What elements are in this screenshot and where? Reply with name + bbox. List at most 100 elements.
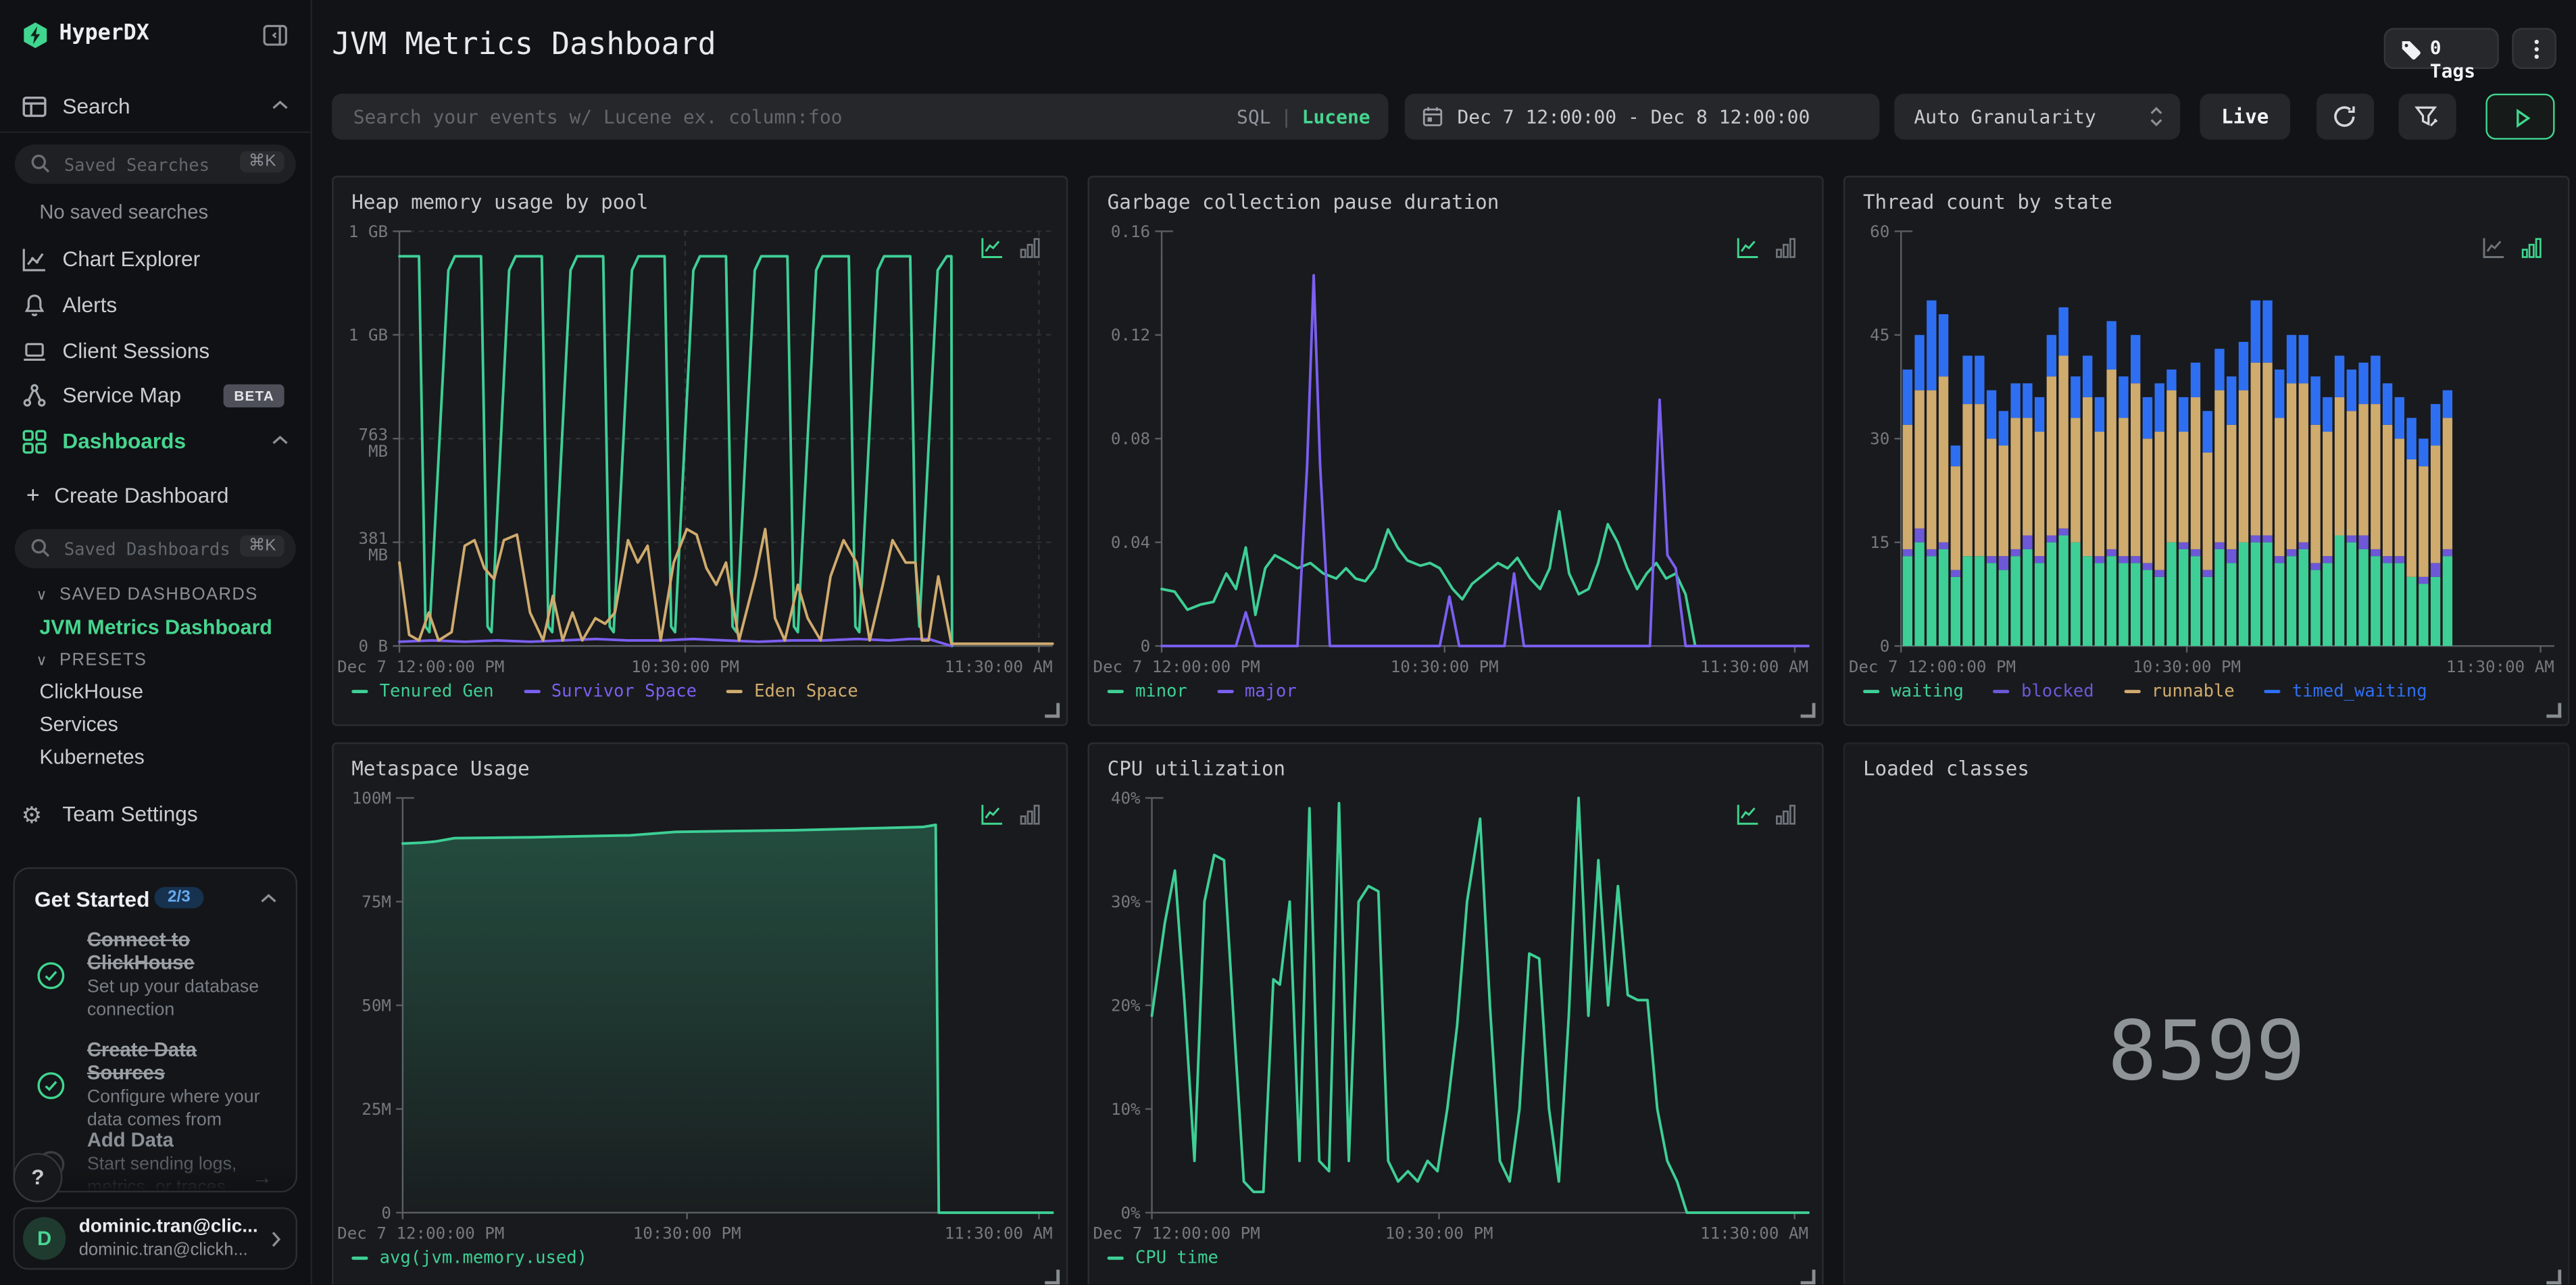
sql-toggle[interactable]: SQL <box>1237 105 1271 128</box>
resize-handle[interactable] <box>2546 703 2562 718</box>
panel-title[interactable]: Heap memory usage by pool <box>351 191 648 213</box>
create-dashboard-button[interactable]: + Create Dashboard <box>0 475 310 518</box>
brand-name: HyperDX <box>59 21 149 47</box>
svg-text:30: 30 <box>1870 430 1889 449</box>
sidebar-item-services[interactable]: Services <box>39 713 118 736</box>
svg-text:60: 60 <box>1870 222 1889 241</box>
panel-title[interactable]: Thread count by state <box>1863 191 2112 213</box>
svg-text:11:30:00 AM: 11:30:00 AM <box>1700 657 1808 676</box>
event-search-bar[interactable]: SQL|Lucene <box>332 93 1389 140</box>
shortcut-badge: ⌘K <box>240 151 284 173</box>
filter-edit-button[interactable] <box>2398 93 2456 140</box>
sidebar-item-label: Team Settings <box>62 801 198 826</box>
resize-handle[interactable] <box>1800 1269 1816 1285</box>
legend-item-blocked[interactable]: blocked <box>1993 682 2094 701</box>
chart-canvas[interactable]: 1 GB 1 GB 763 MB 381 MB 0 BDec 7 12:00:00 PM 10… <box>334 178 1066 725</box>
line-chart-mode-icon[interactable] <box>2483 236 2506 259</box>
help-button[interactable]: ? <box>13 1153 63 1203</box>
legend-item-minor[interactable]: minor <box>1107 682 1187 701</box>
bar-chart-mode-icon[interactable] <box>1775 236 1798 259</box>
sidebar-item-client-sessions[interactable]: Client Sessions <box>0 330 310 373</box>
chart-mode-toggle <box>1737 803 1798 826</box>
sidebar-item-dashboards[interactable]: Dashboards <box>0 420 310 463</box>
resize-handle[interactable] <box>1045 1269 1060 1285</box>
sidebar-item-search[interactable]: Search <box>0 85 310 128</box>
chevron-up-icon[interactable] <box>259 892 278 905</box>
sidebar-item-clickhouse[interactable]: ClickHouse <box>39 680 143 703</box>
legend-item-avg(jvm.memory.used)[interactable]: avg(jvm.memory.used) <box>351 1249 587 1268</box>
line-chart-mode-icon[interactable] <box>1737 236 1760 259</box>
refresh-button[interactable] <box>2316 93 2375 140</box>
get-started-step-sources[interactable]: Create Data Sources Configure where your… <box>34 1038 276 1132</box>
granularity-select[interactable]: Auto Granularity <box>1894 93 2181 140</box>
legend-item-runnable[interactable]: runnable <box>2123 682 2235 701</box>
get-started-step-connect[interactable]: Connect to ClickHouse Set up your databa… <box>34 928 276 1022</box>
svg-text:10:30:00 PM: 10:30:00 PM <box>1391 657 1499 676</box>
legend-item-Tenured Gen[interactable]: Tenured Gen <box>351 682 494 701</box>
presets-group[interactable]: ∨ PRESETS <box>36 651 147 670</box>
line-chart-mode-icon[interactable] <box>981 236 1004 259</box>
resize-handle[interactable] <box>1800 703 1816 718</box>
bell-icon <box>24 295 45 317</box>
chart-legend: Tenured Gen Survivor Space Eden Space <box>351 682 858 701</box>
resize-handle[interactable] <box>1045 703 1060 718</box>
panel-menu-button[interactable] <box>2512 28 2556 70</box>
bar-chart-mode-icon[interactable] <box>1018 236 1041 259</box>
sidebar-item-kubernetes[interactable]: Kubernetes <box>39 746 144 769</box>
chart-canvas[interactable]: 0.16 0.12 0.08 0.04 0Dec 7 12:00:00 PM 10:30:… <box>1089 178 1822 725</box>
legend-item-Survivor Space[interactable]: Survivor Space <box>523 682 697 701</box>
sidebar-item-chart-explorer[interactable]: Chart Explorer <box>0 238 310 281</box>
saved-dashboards-group[interactable]: ∨ SAVED DASHBOARDS <box>36 585 257 605</box>
create-dashboard-label: Create Dashboard <box>54 482 229 508</box>
bar-chart-mode-icon[interactable] <box>1018 803 1041 826</box>
query-language-toggle[interactable]: SQL | Lucene <box>1237 105 1370 128</box>
event-search-input[interactable] <box>349 100 1129 133</box>
line-chart-mode-icon[interactable] <box>981 803 1004 826</box>
sidebar-item-service-map[interactable]: Service Map BETA <box>0 374 310 417</box>
sidebar-collapse-icon[interactable] <box>262 22 289 49</box>
live-button[interactable]: Live <box>2200 93 2291 140</box>
svg-text:45: 45 <box>1870 326 1889 345</box>
chart-canvas[interactable]: 40% 30% 20% 10% 0% Dec 7 12:00:00 PM 10:30:00 … <box>1089 744 1822 1284</box>
saved-searches-input[interactable] <box>60 147 232 184</box>
panel-title[interactable]: Loaded classes <box>1863 757 2029 780</box>
bar-chart-mode-icon[interactable] <box>2520 236 2543 259</box>
saved-dashboards-search[interactable]: ⌘K <box>14 528 296 569</box>
saved-searches-search[interactable]: ⌘K <box>14 144 296 184</box>
chart-mode-toggle <box>981 236 1041 259</box>
legend-item-Eden Space[interactable]: Eden Space <box>726 682 858 701</box>
sidebar-item-alerts[interactable]: Alerts <box>0 284 310 327</box>
panel-cpu-utilization: CPU utilization 40% 30% 20% 10% 0% Dec 7 12:0… <box>1087 742 1824 1285</box>
legend-item-CPU time[interactable]: CPU time <box>1107 1249 1218 1268</box>
step-title: Connect to ClickHouse <box>86 928 195 974</box>
legend-item-major[interactable]: major <box>1216 682 1297 701</box>
panel-title[interactable]: CPU utilization <box>1108 757 1285 780</box>
panel-title[interactable]: Garbage collection pause duration <box>1108 191 1500 213</box>
date-range-picker[interactable]: Dec 7 12:00:00 - Dec 8 12:00:00 <box>1404 93 1880 140</box>
hyperdx-logo-icon <box>24 22 47 49</box>
resize-handle[interactable] <box>2546 1269 2562 1285</box>
avatar: D <box>23 1217 66 1260</box>
saved-dashboards-input[interactable] <box>60 532 232 569</box>
legend-item-timed_waiting[interactable]: timed_waiting <box>2264 682 2427 701</box>
user-menu[interactable]: D dominic.tran@clic... dominic.tran@clic… <box>13 1207 298 1270</box>
lucene-toggle[interactable]: Lucene <box>1302 105 1370 128</box>
sidebar-item-jvm-metrics-dashboard[interactable]: JVM Metrics Dashboard <box>39 616 272 639</box>
tags-button[interactable]: 0 Tags <box>2383 28 2499 82</box>
svg-text:10%: 10% <box>1111 1100 1141 1119</box>
chevron-right-icon <box>272 1232 281 1247</box>
panel-title[interactable]: Metaspace Usage <box>351 757 529 780</box>
select-chevrons-icon <box>2150 107 2162 127</box>
svg-text:0%: 0% <box>1121 1203 1141 1222</box>
chart-canvas[interactable]: 60 45 30 15 0Dec 7 12:00:00 PM 10:30:00 PM 11:… <box>1845 178 2568 725</box>
sidebar-item-team-settings[interactable]: ⚙ Team Settings <box>0 793 310 836</box>
chart-legend: waiting blocked runnable timed_waiting <box>1862 682 2427 701</box>
line-chart-mode-icon[interactable] <box>1737 803 1760 826</box>
svg-text:Dec 7 12:00:00 PM: Dec 7 12:00:00 PM <box>1849 657 2016 676</box>
bar-chart-mode-icon[interactable] <box>1775 803 1798 826</box>
chart-legend: CPU time <box>1107 1249 1218 1268</box>
beta-badge: BETA <box>224 384 284 407</box>
run-query-button[interactable] <box>2485 93 2555 140</box>
chart-canvas[interactable]: 100M 75M 50M 25M 0 Dec 7 12:00:00 PM 10:30:00 … <box>334 744 1066 1284</box>
legend-item-waiting[interactable]: waiting <box>1862 682 1964 701</box>
